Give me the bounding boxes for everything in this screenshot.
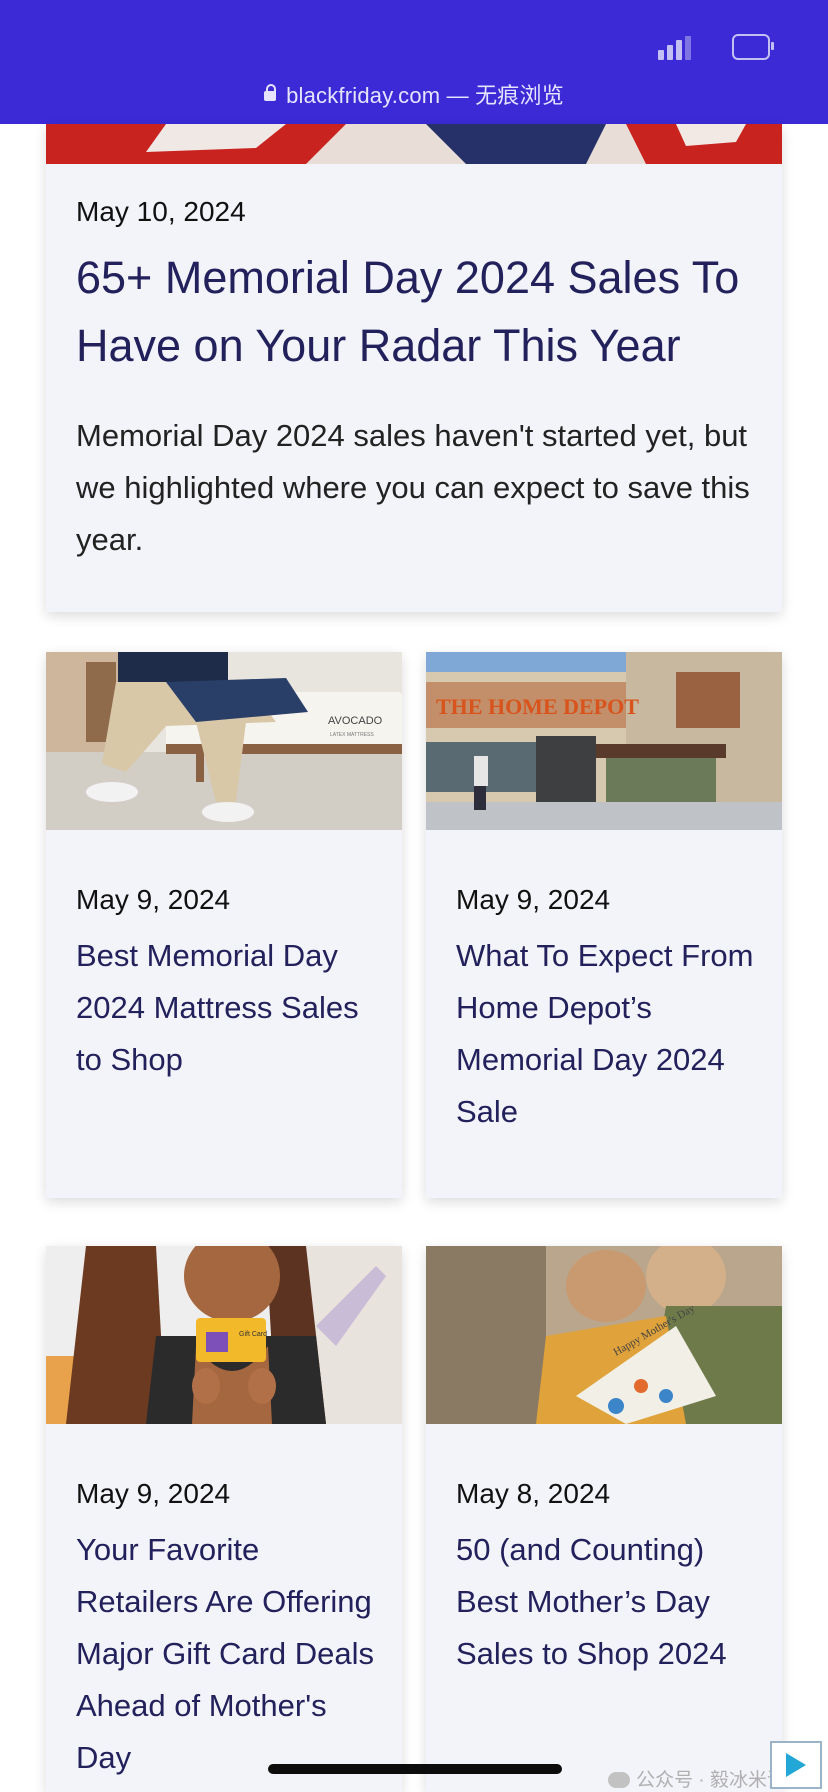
home-depot-image: THE HOME DEPOT [426, 652, 782, 830]
article-card[interactable]: Gift Card May 9, 2024 Your Favorite Reta… [46, 1246, 402, 1792]
article-date: May 9, 2024 [456, 884, 611, 915]
gift-card-text: Gift Card [239, 1331, 267, 1338]
article-title[interactable]: 50 (and Counting) Best Mother’s Day Sale… [456, 1524, 766, 1680]
mothers-day-image: Happy Mother's Day [426, 1246, 782, 1424]
browser-top-bar: blackfriday.com — 无痕浏览 [0, 0, 828, 124]
private-mode-label: — 无痕浏览 [446, 83, 564, 108]
article-card[interactable]: AVOCADO LATEX MATTRESS May 9, 2024 Best … [46, 652, 402, 1198]
signal-icon [658, 34, 698, 60]
featured-article-card[interactable]: May 10, 2024 65+ Memorial Day 2024 Sales… [46, 124, 782, 612]
wechat-watermark: 公众号 · 毅冰米课 [608, 1765, 786, 1792]
watermark-text: 公众号 · 毅冰米课 [636, 1770, 786, 1791]
mattress-brand-text: AVOCADO [328, 715, 383, 727]
home-indicator[interactable] [268, 1764, 562, 1774]
flag-image [46, 124, 782, 164]
mattress-subtext: LATEX MATTRESS [330, 732, 374, 738]
article-title[interactable]: Your Favorite Retailers Are Offering Maj… [76, 1524, 386, 1784]
gift-card-image: Gift Card [46, 1246, 402, 1424]
article-date: May 10, 2024 [76, 196, 246, 227]
article-title[interactable]: Best Memorial Day 2024 Mattress Sales to… [76, 930, 386, 1086]
mattress-image: AVOCADO LATEX MATTRESS [46, 652, 402, 830]
article-title[interactable]: What To Expect From Home Depot’s Memoria… [456, 930, 766, 1138]
article-title[interactable]: 65+ Memorial Day 2024 Sales To Have on Y… [76, 244, 756, 380]
article-card[interactable]: Happy Mother's Day May 8, 2024 50 (and C… [426, 1246, 782, 1792]
article-date: May 9, 2024 [76, 1478, 231, 1509]
address-bar[interactable]: blackfriday.com — 无痕浏览 [0, 78, 828, 110]
lock-icon [264, 84, 277, 101]
play-icon[interactable] [770, 1741, 822, 1789]
article-description: Memorial Day 2024 sales haven't started … [76, 418, 750, 557]
battery-icon [732, 34, 774, 60]
store-sign-text: THE HOME DEPOT [436, 694, 639, 719]
article-card[interactable]: THE HOME DEPOT May 9, 2024 What To Expec… [426, 652, 782, 1198]
wechat-icon [608, 1772, 631, 1788]
url-text: blackfriday.com [286, 83, 441, 108]
article-date: May 8, 2024 [456, 1478, 611, 1509]
article-date: May 9, 2024 [76, 884, 231, 915]
